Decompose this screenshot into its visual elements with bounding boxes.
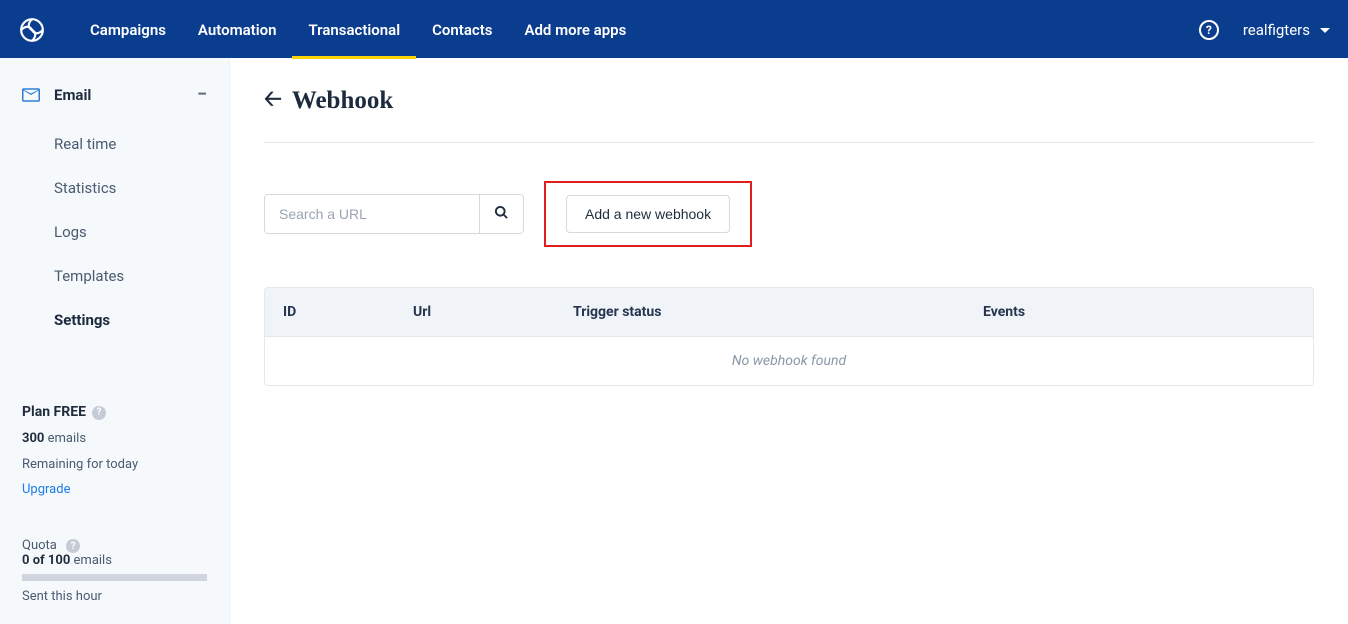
quota-progress-bar: [22, 574, 207, 581]
user-menu[interactable]: realfigters: [1243, 21, 1330, 39]
table-header-trigger: Trigger status: [573, 304, 983, 320]
search-icon: [494, 205, 509, 223]
sidebar-item-logs[interactable]: Logs: [0, 210, 229, 254]
main-content: 🡠 Webhook Add a new webhook ID Url Tr: [230, 58, 1348, 624]
sidebar: Email − Real time Statistics Logs Templa…: [0, 58, 230, 624]
sidebar-item-templates[interactable]: Templates: [0, 254, 229, 298]
sidebar-section-email[interactable]: Email −: [0, 78, 229, 112]
plan-panel: Plan FREE ? 300 emails Remaining for tod…: [0, 402, 229, 500]
quota-sent-label: Sent this hour: [22, 589, 207, 604]
chevron-down-icon: [1320, 28, 1330, 33]
table-header-row: ID Url Trigger status Events: [265, 288, 1313, 336]
webhook-table: ID Url Trigger status Events No webhook …: [264, 287, 1314, 386]
search-group: [264, 194, 524, 234]
help-icon[interactable]: ?: [1199, 20, 1219, 40]
plan-emails-word: emails: [48, 431, 86, 446]
back-arrow-icon[interactable]: 🡠: [264, 82, 282, 120]
page-title: Webhook: [292, 87, 393, 115]
sidebar-item-realtime[interactable]: Real time: [0, 122, 229, 166]
table-header-url: Url: [413, 304, 573, 320]
collapse-icon: −: [197, 86, 207, 104]
plan-title: Plan FREE ?: [22, 402, 106, 423]
quota-title: Quota ?: [22, 538, 80, 553]
table-header-events: Events: [983, 304, 1295, 320]
header-divider: [264, 142, 1314, 143]
help-circle-icon[interactable]: ?: [66, 539, 80, 553]
nav-campaigns[interactable]: Campaigns: [74, 2, 182, 58]
add-webhook-button[interactable]: Add a new webhook: [566, 195, 730, 233]
user-name: realfigters: [1243, 21, 1310, 39]
brand-logo-icon[interactable]: [18, 16, 46, 44]
nav-transactional[interactable]: Transactional: [292, 2, 416, 58]
sidebar-item-settings[interactable]: Settings: [0, 298, 229, 342]
quota-count: 0 of 100: [22, 553, 70, 568]
add-webhook-highlight: Add a new webhook: [544, 181, 752, 247]
plan-remaining: Remaining for today: [22, 455, 207, 475]
envelope-icon: [22, 88, 40, 102]
sidebar-section-label: Email: [54, 86, 91, 104]
nav-automation[interactable]: Automation: [182, 2, 293, 58]
nav-add-more-apps[interactable]: Add more apps: [508, 2, 642, 58]
table-header-id: ID: [283, 304, 413, 320]
quota-panel: Quota ? 0 of 100 emails Sent this hour: [0, 538, 229, 605]
search-input[interactable]: [265, 195, 479, 233]
help-circle-icon[interactable]: ?: [92, 406, 106, 420]
search-button[interactable]: [479, 195, 523, 233]
sidebar-item-statistics[interactable]: Statistics: [0, 166, 229, 210]
table-empty-message: No webhook found: [265, 336, 1313, 385]
plan-emails-count: 300: [22, 431, 44, 446]
nav-contacts[interactable]: Contacts: [416, 2, 508, 58]
quota-emails-word: emails: [74, 553, 112, 568]
top-navigation: Campaigns Automation Transactional Conta…: [0, 2, 1348, 58]
upgrade-link[interactable]: Upgrade: [22, 480, 207, 500]
